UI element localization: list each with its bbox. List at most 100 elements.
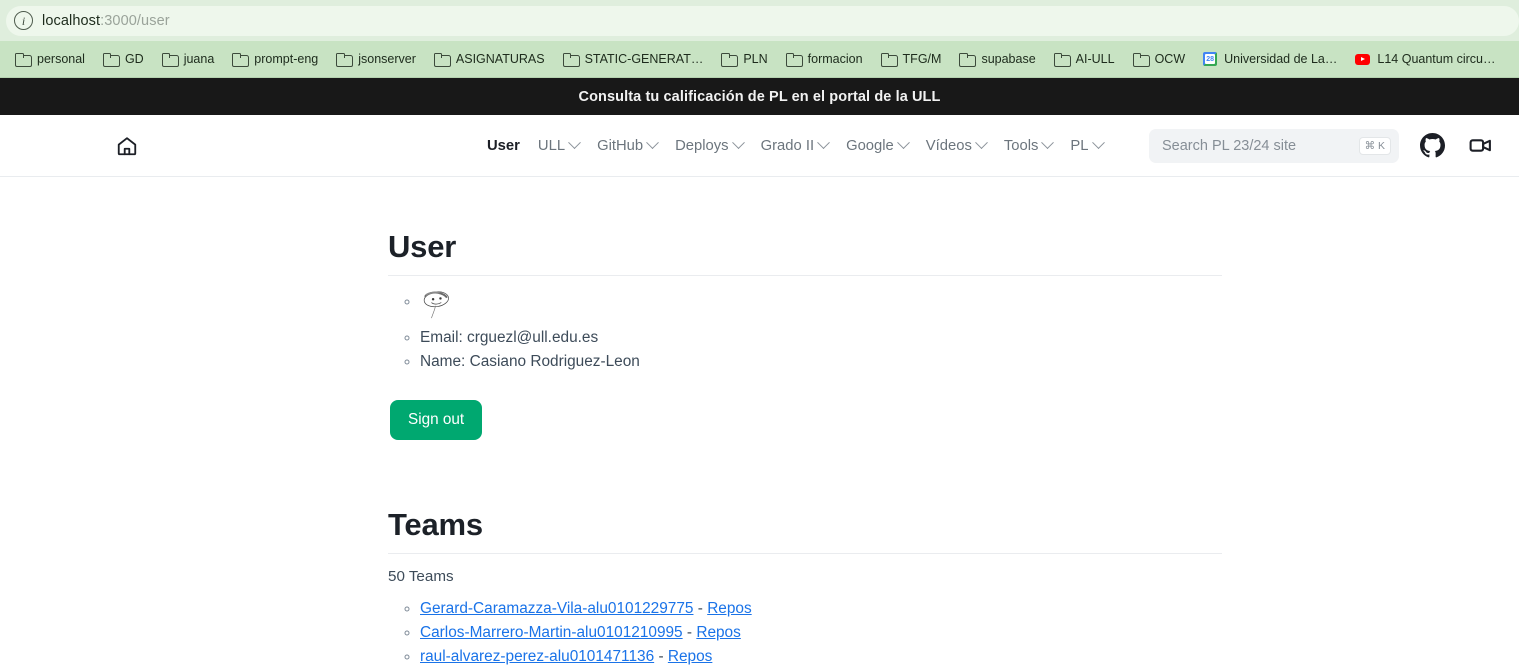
bookmark-label: Universidad de La…	[1224, 52, 1338, 66]
content-wrapper: User E	[388, 229, 1222, 668]
separator: -	[658, 648, 664, 665]
repos-link[interactable]: Repos	[707, 600, 752, 617]
github-icon	[1419, 133, 1445, 158]
github-link[interactable]	[1417, 131, 1447, 161]
search-input[interactable]: Search PL 23/24 site ⌘ K	[1149, 128, 1399, 163]
page-title: User	[388, 229, 457, 264]
user-name: Name: Casiano Rodriguez-Leon	[420, 350, 1222, 374]
browser-chrome: i localhost:3000/user personal GD juana …	[0, 0, 1519, 78]
nav-label: Deploys	[675, 137, 729, 154]
chevron-down-icon	[1041, 136, 1055, 150]
bookmark-l14-quantum-circuits[interactable]: L14 Quantum circu…	[1346, 49, 1504, 69]
nav-item-tools[interactable]: Tools	[1003, 136, 1055, 154]
address-bar[interactable]: i localhost:3000/user	[6, 5, 1519, 36]
bookmark-ai-ull[interactable]: AI-ULL	[1045, 49, 1124, 69]
nav-item-github[interactable]: GitHub	[597, 136, 659, 154]
nav-label: User	[487, 137, 520, 154]
bookmark-ocw[interactable]: OCW	[1124, 49, 1195, 69]
user-section: User E	[388, 229, 1222, 440]
folder-icon	[721, 53, 739, 67]
section-divider	[388, 553, 1222, 554]
bookmark-formacion[interactable]: formacion	[777, 49, 872, 69]
list-item: Carlos-Marrero-Martin-alu0101210995 - Re…	[420, 621, 1222, 645]
bookmark-label: STATIC-GENERAT…	[584, 52, 704, 66]
team-link[interactable]: Gerard-Caramazza-Vila-alu0101229775	[420, 600, 693, 617]
bookmarks-bar: personal GD juana prompt-eng jsonserver …	[0, 41, 1519, 78]
bookmark-label: formacion	[807, 52, 863, 66]
bookmark-gd[interactable]: GD	[94, 49, 153, 69]
home-link[interactable]	[108, 127, 146, 165]
nav-label: Google	[846, 137, 894, 154]
team-link[interactable]: raul-alvarez-perez-alu0101471136	[420, 648, 654, 665]
url-text: localhost:3000/user	[42, 13, 170, 29]
announcement-text: Consulta tu calificación de PL en el por…	[578, 88, 941, 105]
folder-icon	[102, 53, 120, 67]
folder-icon	[785, 53, 803, 67]
bookmark-label: supabase	[981, 52, 1036, 66]
header-right-tools: Search PL 23/24 site ⌘ K	[1149, 128, 1495, 163]
folder-icon	[433, 53, 451, 67]
bookmark-personal[interactable]: personal	[6, 49, 94, 69]
bookmark-label: OCW	[1154, 52, 1186, 66]
folder-icon	[959, 53, 977, 67]
url-path: :3000/user	[100, 12, 170, 29]
nav-item-ull[interactable]: ULL	[537, 136, 581, 154]
bookmark-prompt-eng[interactable]: prompt-eng	[223, 49, 327, 69]
nav-label: ULL	[537, 137, 566, 154]
folder-icon	[1053, 53, 1071, 67]
bookmark-jsonserver[interactable]: jsonserver	[327, 49, 425, 69]
teams-title: Teams	[388, 507, 483, 542]
teams-count: 50 Teams	[388, 568, 454, 585]
repos-link[interactable]: Repos	[696, 624, 741, 641]
bookmark-static-generat[interactable]: STATIC-GENERAT…	[554, 49, 713, 69]
teams-section: Teams 50 Teams Gerard-Caramazza-Vila-alu…	[388, 507, 1222, 668]
folder-icon	[1132, 53, 1150, 67]
chevron-down-icon	[568, 136, 581, 150]
youtube-icon	[1355, 53, 1371, 65]
main-content: User E	[0, 177, 1519, 668]
folder-icon	[232, 53, 250, 67]
nav-label: Tools	[1003, 137, 1039, 154]
bookmark-pln[interactable]: PLN	[712, 49, 776, 69]
team-link[interactable]: Carlos-Marrero-Martin-alu0101210995	[420, 624, 683, 641]
bookmark-universidad-de-la-laguna[interactable]: Universidad de La…	[1194, 49, 1346, 69]
primary-nav: User ULL GitHub Deploys Grado II Google …	[487, 136, 1105, 154]
separator: -	[686, 624, 693, 641]
bookmark-supabase[interactable]: supabase	[950, 49, 1044, 69]
separator: -	[697, 600, 703, 617]
nav-item-deploys[interactable]: Deploys	[675, 136, 745, 154]
user-details-list: Email: crguezl@ull.edu.es Name: Casiano …	[388, 290, 1222, 374]
nav-item-grado-ii[interactable]: Grado II	[761, 136, 830, 154]
user-email: Email: crguezl@ull.edu.es	[420, 326, 1222, 350]
info-icon[interactable]: i	[14, 11, 33, 30]
video-camera-icon	[1469, 139, 1491, 152]
chevron-down-icon	[1091, 136, 1105, 150]
announcement-banner: Consulta tu calificación de PL en el por…	[0, 78, 1519, 115]
avatar	[423, 291, 449, 319]
bookmark-asignaturas[interactable]: ASIGNATURAS	[425, 49, 554, 69]
nav-item-user[interactable]: User	[487, 138, 520, 154]
bookmark-label: juana	[183, 52, 215, 66]
repos-link[interactable]: Repos	[668, 648, 713, 665]
site-header: User ULL GitHub Deploys Grado II Google …	[0, 115, 1519, 177]
url-host: localhost	[42, 12, 101, 29]
browser-url-bar: i localhost:3000/user	[0, 0, 1519, 41]
sign-out-button[interactable]: Sign out	[390, 400, 483, 440]
folder-icon	[15, 53, 32, 67]
nav-item-google[interactable]: Google	[846, 136, 910, 154]
nav-item-pl[interactable]: PL	[1070, 136, 1105, 154]
search-placeholder: Search PL 23/24 site	[1162, 137, 1297, 154]
videos-link[interactable]	[1465, 131, 1495, 161]
user-avatar-item	[420, 290, 1222, 320]
bookmark-label: prompt-eng	[254, 52, 319, 66]
home-icon	[117, 136, 137, 155]
bookmark-tfgm[interactable]: TFG/M	[872, 49, 951, 69]
nav-label: GitHub	[597, 137, 644, 154]
list-item: Gerard-Caramazza-Vila-alu0101229775 - Re…	[420, 597, 1222, 621]
chevron-down-icon	[974, 136, 988, 150]
section-divider	[388, 275, 1222, 276]
bookmark-juana[interactable]: juana	[153, 49, 224, 69]
nav-item-videos[interactable]: Vídeos	[926, 136, 988, 154]
bookmark-label: TFG/M	[902, 52, 942, 66]
bookmark-label: ASIGNATURAS	[455, 52, 545, 66]
